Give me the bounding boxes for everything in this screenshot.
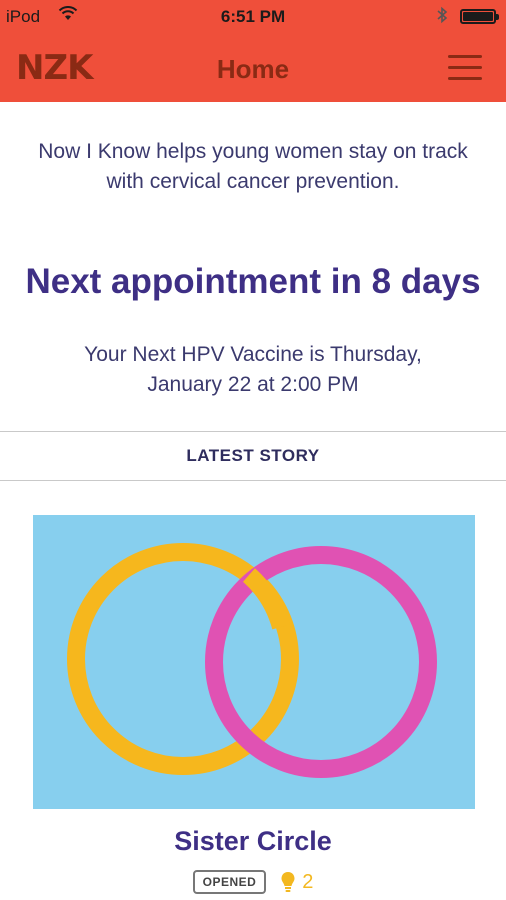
battery-icon xyxy=(460,9,499,24)
appointment-detail-line1: Your Next HPV Vaccine is Thursday, xyxy=(84,343,422,366)
top-bar: iPod 6:51 PM NZK Home xyxy=(0,0,506,102)
story-image[interactable] xyxy=(33,515,475,809)
status-badge: OPENED xyxy=(192,870,267,894)
page-title: Home xyxy=(216,54,290,84)
story-illustration xyxy=(67,543,437,778)
section-label: LATEST STORY xyxy=(186,446,320,465)
appointment-headline: Next appointment in 8 days xyxy=(25,262,481,301)
like-count: 2 xyxy=(302,870,314,893)
ring-right xyxy=(205,546,437,778)
nav-bar: NZK Home xyxy=(0,34,506,102)
appointment-detail-line2: January 22 at 2:00 PM xyxy=(147,373,359,396)
appointment-detail: Your Next HPV Vaccine is Thursday, Janua… xyxy=(30,340,476,400)
status-bar: iPod 6:51 PM xyxy=(0,0,506,34)
lightbulb-icon[interactable] xyxy=(279,870,297,894)
story-meta: OPENED 2 xyxy=(0,870,506,896)
clock: 6:51 PM xyxy=(220,7,286,26)
latest-story-header: LATEST STORY xyxy=(0,431,506,481)
intro-text: Now I Know helps young women stay on tra… xyxy=(38,140,468,193)
bluetooth-icon xyxy=(436,6,448,29)
menu-icon[interactable] xyxy=(448,54,482,80)
story-title[interactable]: Sister Circle xyxy=(0,826,506,857)
ring-left-overlap xyxy=(242,568,290,630)
